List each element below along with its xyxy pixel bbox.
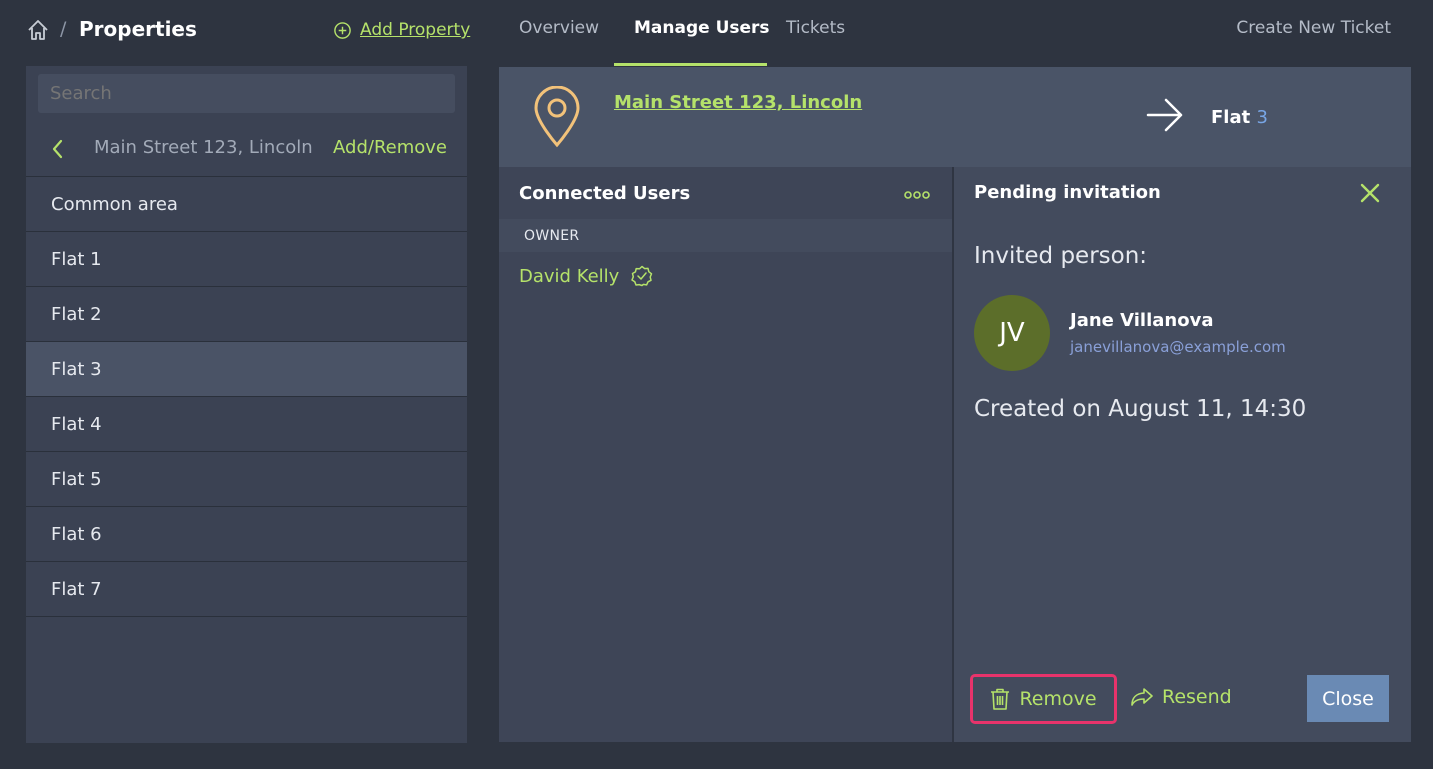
search-input[interactable] bbox=[38, 74, 455, 113]
plus-circle-icon bbox=[334, 21, 351, 39]
flat-number: 3 bbox=[1256, 107, 1268, 128]
add-property-label: Add Property bbox=[360, 20, 471, 40]
unit-item-flat-1[interactable]: Flat 1 bbox=[26, 232, 467, 287]
more-options-icon[interactable] bbox=[904, 190, 930, 200]
share-arrow-icon bbox=[1131, 688, 1153, 706]
remove-label: Remove bbox=[1019, 688, 1097, 710]
page-title: Properties bbox=[79, 17, 197, 41]
invited-person-label: Invited person: bbox=[974, 243, 1148, 269]
flat-label: Flat 3 bbox=[1211, 107, 1268, 128]
location-name: Main Street 123, Lincoln bbox=[94, 137, 313, 158]
unit-item-flat-6[interactable]: Flat 6 bbox=[26, 507, 467, 562]
connected-users-section: Connected Users OWNER David Kelly bbox=[499, 167, 952, 742]
unit-item-flat-4[interactable]: Flat 4 bbox=[26, 397, 467, 452]
verified-badge-icon bbox=[631, 265, 653, 287]
unit-item-flat-2[interactable]: Flat 2 bbox=[26, 287, 467, 342]
active-tab-indicator bbox=[614, 63, 767, 66]
avatar: JV bbox=[974, 295, 1050, 371]
create-new-ticket-link[interactable]: Create New Ticket bbox=[1236, 18, 1391, 38]
unit-item-common-area[interactable]: Common area bbox=[26, 177, 467, 232]
invited-person-email: janevillanova@example.com bbox=[1070, 338, 1286, 356]
map-pin-icon bbox=[534, 86, 580, 148]
tab-tickets[interactable]: Tickets bbox=[786, 18, 845, 38]
property-units-sidebar: Main Street 123, Lincoln Add/Remove Comm… bbox=[26, 66, 467, 743]
chevron-left-icon[interactable] bbox=[48, 138, 68, 160]
add-property-button[interactable]: Add Property bbox=[333, 20, 470, 40]
remove-invitation-button[interactable]: Remove bbox=[970, 674, 1117, 724]
location-header: Main Street 123, Lincoln Add/Remove bbox=[26, 121, 467, 177]
add-remove-button[interactable]: Add/Remove bbox=[333, 137, 447, 158]
manage-users-panel: Main Street 123, Lincoln Flat 3 Connecte… bbox=[499, 67, 1411, 742]
close-button[interactable]: Close bbox=[1307, 675, 1389, 722]
unit-item-flat-7[interactable]: Flat 7 bbox=[26, 562, 467, 617]
pending-invitation-title: Pending invitation bbox=[974, 182, 1161, 203]
owner-name: David Kelly bbox=[519, 265, 620, 287]
property-address-link[interactable]: Main Street 123, Lincoln bbox=[614, 92, 862, 113]
breadcrumb-separator: / bbox=[60, 18, 67, 40]
close-icon[interactable] bbox=[1359, 182, 1381, 204]
unit-list: Common area Flat 1 Flat 2 Flat 3 Flat 4 … bbox=[26, 177, 467, 617]
tab-manage-users[interactable]: Manage Users bbox=[634, 18, 770, 38]
resend-invitation-button[interactable]: Resend bbox=[1130, 686, 1232, 708]
flat-prefix: Flat bbox=[1211, 107, 1251, 128]
pending-invitation-panel: Pending invitation Invited person: JV Ja… bbox=[954, 167, 1411, 742]
trash-icon bbox=[991, 688, 1010, 710]
unit-item-flat-3[interactable]: Flat 3 bbox=[26, 342, 467, 397]
created-timestamp: Created on August 11, 14:30 bbox=[974, 396, 1307, 422]
connected-users-header: Connected Users bbox=[499, 167, 952, 219]
owner-group-label: OWNER bbox=[499, 219, 952, 252]
tab-overview[interactable]: Overview bbox=[519, 18, 599, 38]
arrow-right-icon bbox=[1146, 98, 1183, 132]
connected-users-title: Connected Users bbox=[519, 183, 691, 204]
top-bar: / Properties Add Property Overview Manag… bbox=[0, 0, 1433, 66]
owner-user-item[interactable]: David Kelly bbox=[519, 265, 653, 287]
unit-item-flat-5[interactable]: Flat 5 bbox=[26, 452, 467, 507]
property-header: Main Street 123, Lincoln Flat 3 bbox=[499, 67, 1411, 167]
invited-person-name: Jane Villanova bbox=[1070, 310, 1214, 331]
resend-label: Resend bbox=[1162, 686, 1232, 708]
home-icon[interactable] bbox=[27, 19, 49, 41]
